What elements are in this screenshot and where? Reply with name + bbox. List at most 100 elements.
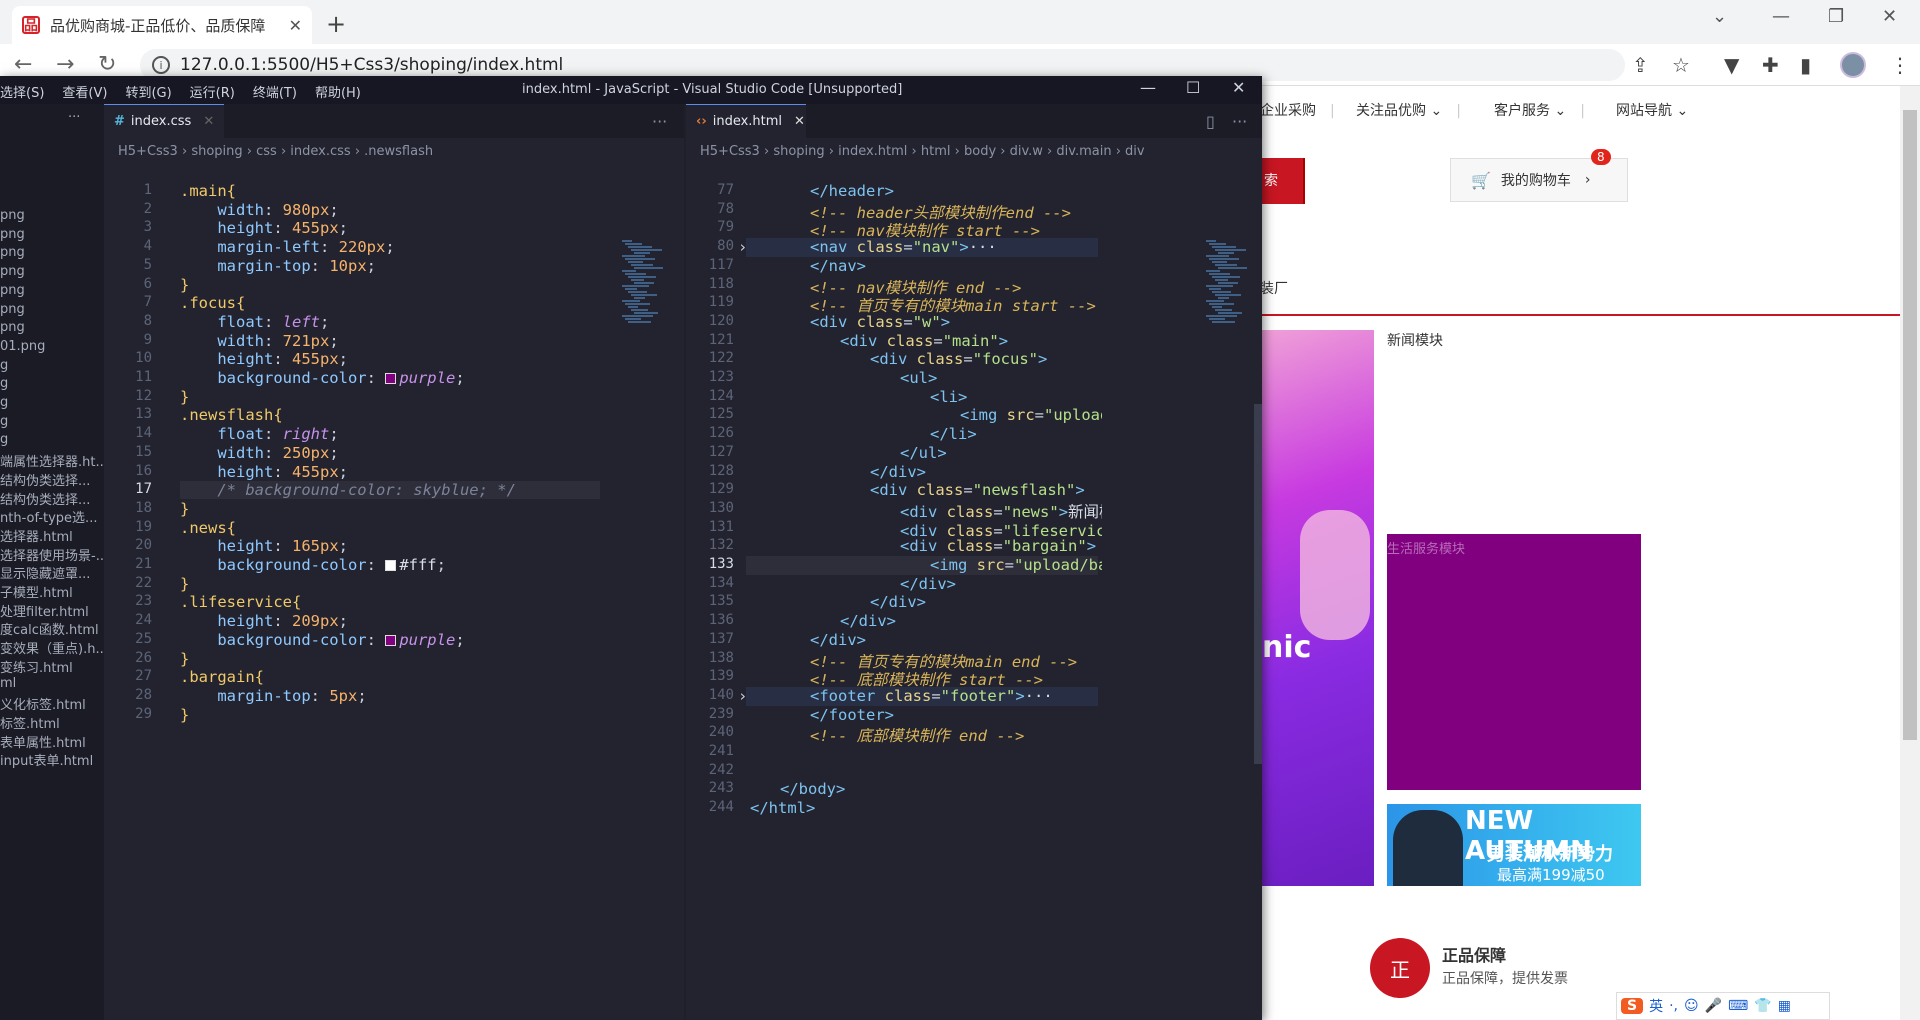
shortcut-service[interactable]: 客户服务 ⌄ | [1494,100,1585,120]
code-line[interactable]: .news{ [180,519,236,537]
site-info-icon[interactable]: i [152,56,170,74]
breadcrumb-item[interactable]: H5+Css3 [118,144,178,159]
code-line[interactable]: <div class="w"> [810,313,950,331]
tab-close-icon[interactable]: ✕ [203,114,214,129]
menu-item[interactable]: 帮助(H) [315,82,361,101]
code-line[interactable]: <li> [930,388,967,406]
breadcrumb-item[interactable]: body [964,144,996,159]
menu-item[interactable]: 运行(R) [190,82,235,101]
shortcut-sitenav[interactable]: 网站导航 ⌄ [1616,100,1688,120]
code-line[interactable]: margin-top: 10px; [180,257,376,275]
code-line[interactable]: </header> [810,182,894,200]
code-line[interactable]: height: 455px; [180,463,348,481]
menu-item[interactable]: 选择(S) [0,82,44,101]
menu-item[interactable]: 转到(G) [125,82,171,101]
pane-more-icon[interactable]: ··· [1232,112,1247,131]
code-line[interactable]: height: 165px; [180,537,348,555]
code-line[interactable]: background-color: purple; [180,369,464,387]
explorer-file-item[interactable]: 01.png [0,339,45,354]
code-line[interactable]: float: left; [180,313,329,331]
explorer-file-item[interactable]: 端属性选择器.ht... [0,451,108,470]
explorer-file-item[interactable]: png [0,320,25,335]
code-line[interactable]: } [180,575,189,593]
explorer-file-item[interactable]: g [0,414,8,429]
code-line[interactable]: height: 209px; [180,612,348,630]
keyboard-icon[interactable]: ⌨ [1728,998,1748,1014]
side-panel-icon[interactable]: ▮ [1800,53,1811,77]
breadcrumb-item[interactable]: div.main [1056,144,1111,159]
explorer-more-icon[interactable]: ··· [68,110,80,125]
minimap[interactable] [1206,240,1247,340]
code-line[interactable]: <nav class="nav">··· [810,238,997,256]
shortcut-enterprise[interactable]: 企业采购 | [1260,100,1335,120]
code-line[interactable]: background-color: #fff; [180,556,446,574]
minimize-icon[interactable]: — [1772,6,1790,27]
code-line[interactable]: width: 980px; [180,201,338,219]
explorer-file-item[interactable]: input表单.html [0,750,93,769]
maximize-icon[interactable]: ❐ [1828,6,1844,27]
focus-banner-image[interactable]: nic [1260,330,1374,886]
explorer-file-item[interactable]: nth-of-type选... [0,507,97,526]
code-line[interactable]: <ul> [900,369,937,387]
breadcrumb-item[interactable]: html [921,144,951,159]
code-line[interactable]: .newsflash{ [180,406,283,424]
share-icon[interactable]: ⇪ [1632,53,1649,77]
fold-chevron-icon[interactable]: › [738,687,747,705]
explorer-file-item[interactable]: g [0,376,8,391]
fold-chevron-icon[interactable]: › [738,238,747,256]
vscode-close-icon[interactable]: ✕ [1232,78,1245,97]
profile-avatar[interactable] [1840,52,1866,78]
tab-index-html[interactable]: ‹› index.html ✕ [686,104,806,138]
breadcrumb-item[interactable]: div.w [1010,144,1043,159]
explorer-file-item[interactable]: 处理filter.html [0,601,89,620]
emoji-icon[interactable]: ☺ [1684,998,1699,1014]
code-line[interactable]: <!-- 底部模块制作 end --> [810,724,1024,746]
breadcrumb-item[interactable]: shoping [773,144,824,159]
browser-menu-icon[interactable]: ⋮ [1890,53,1910,77]
code-line[interactable]: } [180,276,189,294]
code-line[interactable]: .lifeservice{ [180,593,301,611]
shortcut-follow[interactable]: 关注品优购 ⌄ | [1356,100,1461,120]
explorer-file-item[interactable]: 变练习.html [0,657,73,676]
explorer-file-item[interactable]: png [0,302,25,317]
code-line[interactable]: .focus{ [180,294,245,312]
code-line[interactable]: } [180,650,189,668]
breadcrumb-item[interactable]: shoping [191,144,242,159]
explorer-file-item[interactable]: png [0,227,25,242]
minimap[interactable] [622,240,663,340]
code-line[interactable]: background-color: purple; [180,631,464,649]
code-line[interactable]: } [180,500,189,518]
explorer-file-item[interactable]: g [0,358,8,373]
menu-item[interactable]: 终端(T) [253,82,297,101]
reload-icon[interactable]: ↻ [98,52,116,77]
bookmark-star-icon[interactable]: ☆ [1672,53,1690,77]
extension-v-icon[interactable]: ▼ [1724,53,1739,77]
punctuation-icon[interactable]: ·, [1669,998,1678,1014]
code-line[interactable]: </footer> [810,706,894,724]
breadcrumb-item[interactable]: .newsflash [364,144,433,159]
explorer-file-item[interactable]: 选择器.html [0,526,73,545]
code-line[interactable]: .main{ [180,182,236,200]
explorer-file-item[interactable]: 显示隐藏遮罩... [0,563,90,582]
shopping-cart-button[interactable]: 🛒 我的购物车 › 8 [1450,149,1628,202]
code-line[interactable]: float: right; [180,425,338,443]
close-window-icon[interactable]: ✕ [1882,6,1897,27]
code-line[interactable]: </ul> [900,444,947,462]
explorer-file-item[interactable]: png [0,283,25,298]
code-line[interactable]: </html> [750,799,815,817]
explorer-file-item[interactable]: 选择器使用场景-... [0,545,108,564]
pane-more-icon[interactable]: ··· [652,112,667,131]
code-line[interactable]: </nav> [810,257,866,275]
explorer-file-item[interactable]: 度calc函数.html [0,619,99,638]
code-line[interactable]: margin-left: 220px; [180,238,394,256]
split-editor-icon[interactable]: ▯ [1206,112,1215,131]
explorer-file-item[interactable]: 结构伪类选择... [0,470,90,489]
code-line[interactable]: .bargain{ [180,668,264,686]
code-line[interactable]: <div class="focus"> [870,350,1047,368]
nav-item-fragment[interactable]: 装厂 [1260,278,1288,298]
explorer-file-item[interactable]: png [0,208,25,223]
code-line[interactable]: <img src="upload/fo [960,406,1102,424]
editor-scrollbar[interactable] [1254,404,1262,764]
code-line[interactable]: </div> [870,593,926,611]
breadcrumb-item[interactable]: css [256,144,277,159]
